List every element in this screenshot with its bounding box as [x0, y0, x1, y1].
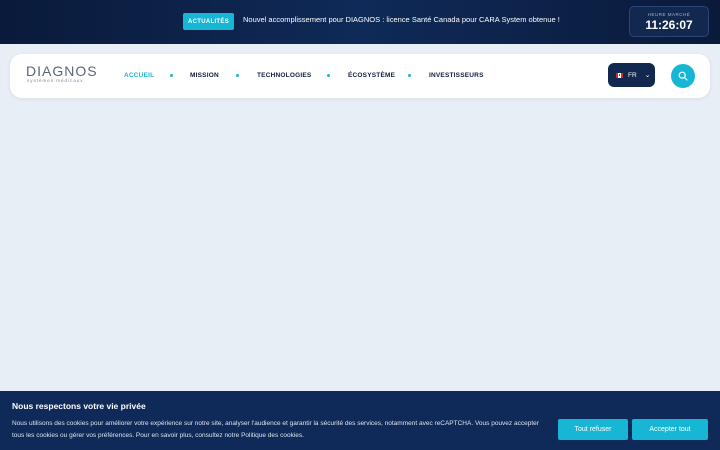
language-code: FR [628, 71, 637, 79]
market-time-widget: HEURE MARCHÉ 11:26:07 [629, 6, 709, 37]
diagnos-logo[interactable]: DIAGNOS systèmes médicaux [26, 64, 98, 83]
top-news-bar: ACTUALITÉS Nouvel accomplissement pour D… [0, 0, 720, 44]
news-badge[interactable]: ACTUALITÉS [183, 13, 234, 30]
canada-flag-icon [616, 72, 623, 78]
news-ticker-text[interactable]: Nouvel accomplissement pour DIAGNOS : li… [243, 15, 560, 24]
nav-item-accueil[interactable]: ACCUEIL [124, 72, 154, 79]
search-button[interactable] [671, 64, 695, 88]
nav-item-mission[interactable]: MISSION [190, 72, 219, 79]
cookie-text: Nous utilisons des cookies pour améliore… [12, 420, 539, 439]
nav-separator-dot [236, 74, 239, 77]
accept-all-button[interactable]: Accepter tout [632, 419, 708, 440]
logo-name: DIAGNOS [26, 63, 98, 79]
main-navbar: DIAGNOS systèmes médicaux ACCUEIL MISSIO… [10, 54, 710, 98]
nav-item-technologies[interactable]: TECHNOLOGIES [257, 72, 311, 79]
cookie-title: Nous respectons votre vie privée [12, 401, 146, 411]
cookie-banner: Nous respectons votre vie privée Nous ut… [0, 391, 720, 450]
nav-separator-dot [408, 74, 411, 77]
reject-all-button[interactable]: Tout refuser [558, 419, 628, 440]
market-time-label: HEURE MARCHÉ [647, 12, 691, 17]
nav-separator-dot [170, 74, 173, 77]
nav-separator-dot [327, 74, 330, 77]
nav-item-ecosysteme[interactable]: ÉCOSYSTÈME [348, 72, 395, 79]
chevron-down-icon: ⌄ [644, 72, 651, 79]
nav-item-investisseurs[interactable]: INVESTISSEURS [429, 72, 484, 79]
search-icon [678, 71, 688, 81]
market-time-value: 11:26:07 [645, 18, 693, 32]
language-selector[interactable]: FR ⌄ [608, 63, 655, 87]
